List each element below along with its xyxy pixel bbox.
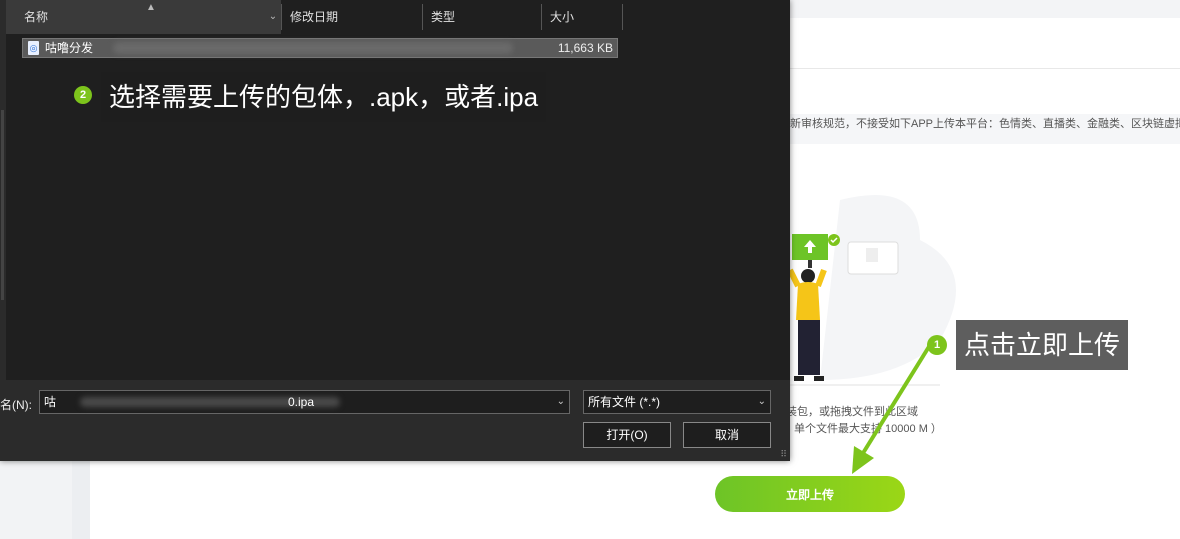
column-header-type-label: 类型 <box>431 10 456 24</box>
file-icon: ◎ <box>28 41 39 55</box>
nav-pane-scrollbar[interactable] <box>0 0 6 380</box>
page-top-bar <box>790 0 1180 18</box>
file-name-value-end: 0.ipa <box>288 395 315 409</box>
step-2-callout: 选择需要上传的包体，.apk，或者.ipa <box>101 72 547 122</box>
column-header-name[interactable]: ▲ 名称 <box>6 0 265 34</box>
column-header-size[interactable]: 大小 <box>542 0 622 34</box>
chevron-down-icon[interactable]: ⌄ <box>265 0 281 34</box>
file-open-dialog: ▲ 名称 ⌄ 修改日期 类型 大小 ◎ 咕噜分发 11,663 KB 2 选择需… <box>0 0 790 461</box>
column-header-type[interactable]: 类型 <box>423 0 541 34</box>
resize-grip-icon[interactable]: ⠿ <box>780 450 787 459</box>
arrow-icon <box>852 343 932 474</box>
open-button[interactable]: 打开(O) <box>583 422 671 448</box>
sort-up-icon: ▲ <box>146 2 156 13</box>
review-notice-text: 新审核规范，不接受如下APP上传本平台：色情类、直播类、金融类、区块链虚拟币 <box>790 118 1180 130</box>
nav-pane-scroll-thumb[interactable] <box>1 110 4 300</box>
column-header-date[interactable]: 修改日期 <box>282 0 422 34</box>
file-row-size: 11,663 KB <box>557 41 613 55</box>
file-type-select[interactable]: 所有文件 (*.*) ⌄ <box>583 390 771 414</box>
column-header-size-label: 大小 <box>550 10 575 24</box>
column-header-name-label: 名称 <box>24 10 49 24</box>
chevron-down-icon[interactable]: ⌄ <box>557 391 565 413</box>
upload-now-button[interactable]: 立即上传 <box>715 476 905 512</box>
file-type-select-value: 所有文件 (*.*) <box>588 395 661 409</box>
step-2-badge: 2 <box>74 86 92 104</box>
column-headers: ▲ 名称 ⌄ 修改日期 类型 大小 <box>6 0 790 34</box>
file-name-value-start: 咕 <box>44 395 57 409</box>
column-header-date-label: 修改日期 <box>290 10 339 24</box>
step-1-callout: 点击立即上传 <box>956 320 1129 370</box>
file-name-input[interactable]: 咕 0.ipa ⌄ <box>39 390 570 414</box>
step-1-badge: 1 <box>927 335 947 355</box>
file-name-label: 名(N): <box>0 398 32 412</box>
chevron-down-icon[interactable]: ⌄ <box>758 391 766 413</box>
cancel-button[interactable]: 取消 <box>683 422 771 448</box>
page-divider <box>790 68 1180 69</box>
redaction-blur <box>113 42 513 54</box>
file-row-name: 咕噜分发 <box>45 41 94 55</box>
file-list-row[interactable]: ◎ 咕噜分发 11,663 KB <box>22 38 618 58</box>
column-separator[interactable] <box>622 4 623 30</box>
dialog-footer: 名(N): 咕 0.ipa ⌄ 所有文件 (*.*) ⌄ 打开(O) 取消 ⠿ <box>0 380 790 461</box>
review-notice-bar: 新审核规范，不接受如下APP上传本平台：色情类、直播类、金融类、区块链虚拟币 <box>790 114 1180 144</box>
